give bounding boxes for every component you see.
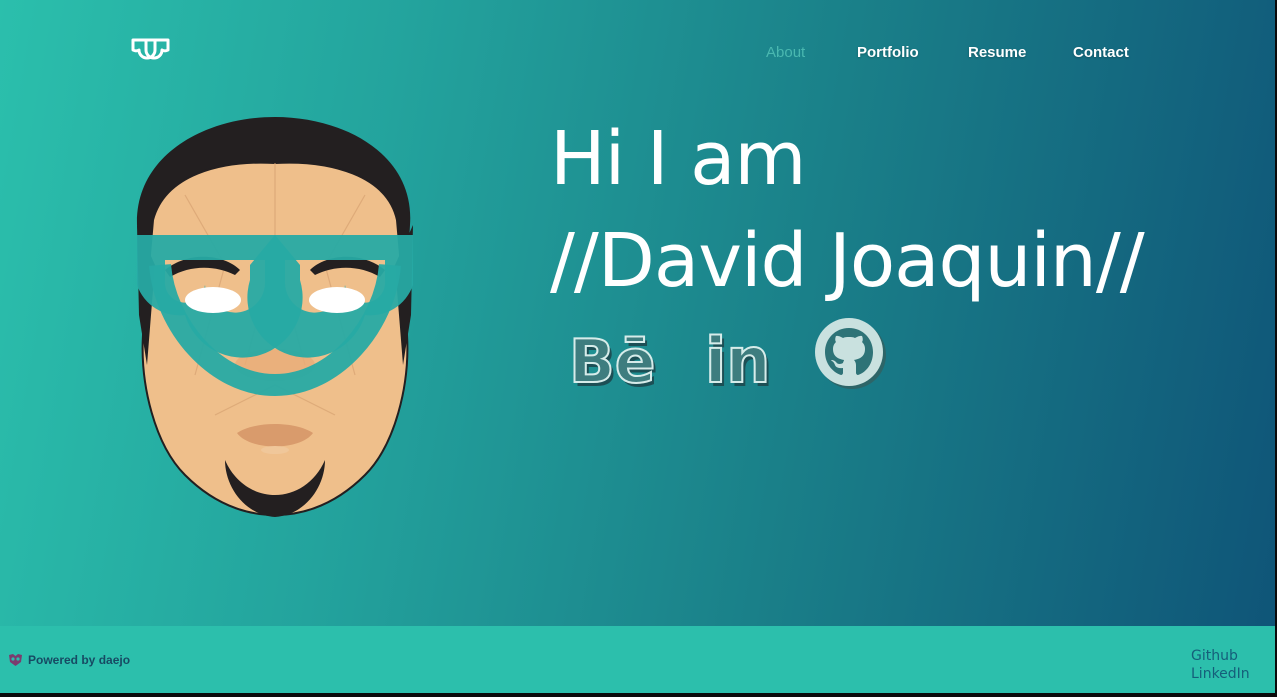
nav-resume[interactable]: Resume [968,44,1026,61]
nav-about[interactable]: About [766,44,805,61]
svg-text:Bē: Bē [569,327,655,392]
main-nav: About Portfolio Resume Contact [0,44,1275,66]
nav-portfolio[interactable]: Portfolio [857,44,919,61]
powered-by[interactable]: Powered by daejo [8,653,130,667]
avatar-illustration [136,117,413,517]
window-edge-bottom [0,693,1277,697]
headline-greeting: Hi I am [550,116,807,202]
footer-links: Github LinkedIn [1191,647,1250,683]
footer-link-github[interactable]: Github [1191,647,1250,665]
footer: Powered by daejo Github LinkedIn [0,626,1275,693]
linkedin-icon[interactable]: in in [704,316,778,392]
hero-headline: Hi I am //David Joaquin// [550,108,1145,312]
daejo-mask-icon [9,654,22,666]
svg-text:in: in [705,324,770,392]
nav-contact[interactable]: Contact [1073,44,1129,61]
powered-by-text: Powered by daejo [28,653,131,667]
behance-icon[interactable]: Bē Bē [568,316,668,392]
github-icon[interactable] [814,316,888,392]
footer-link-linkedin[interactable]: LinkedIn [1191,665,1250,683]
hero-section: About Portfolio Resume Contact Hi I am /… [0,0,1275,626]
headline-name: //David Joaquin// [550,218,1145,304]
